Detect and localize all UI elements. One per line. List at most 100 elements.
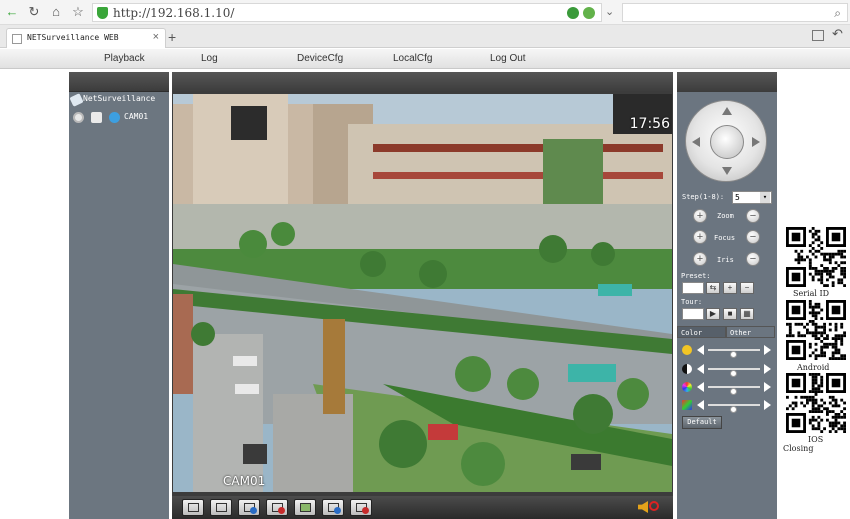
ptz-direction-pad[interactable]	[685, 100, 767, 182]
slider-knob[interactable]	[730, 406, 737, 413]
arrow-down-icon[interactable]	[722, 167, 732, 175]
contrast-slider[interactable]	[708, 368, 760, 377]
close-icon[interactable]: ×	[153, 31, 159, 43]
single-view-button[interactable]	[210, 499, 232, 516]
step-label: Step(1-8):	[682, 193, 725, 201]
decrease-brightness-icon[interactable]	[697, 345, 704, 355]
zoom-in-button[interactable]: +	[693, 209, 707, 223]
star-icon[interactable]: ☆	[70, 4, 86, 20]
tab-other[interactable]: Other	[726, 326, 775, 338]
increase-brightness-icon[interactable]	[764, 345, 771, 355]
video-toolbar	[172, 496, 673, 519]
ptz-center-button[interactable]	[710, 125, 744, 159]
osd-timestamp: 17:56	[629, 116, 670, 132]
focus-out-button[interactable]: −	[746, 230, 760, 244]
tour-grid-button[interactable]: ▦	[740, 308, 754, 320]
android-label: Android	[797, 363, 830, 372]
step-select[interactable]: 5 ▾	[732, 191, 772, 204]
default-button[interactable]: Default	[682, 416, 722, 429]
tour-play-button[interactable]: ▶	[706, 308, 720, 320]
panel-header	[172, 72, 673, 92]
reload-icon[interactable]: ↻	[26, 4, 42, 20]
menu-logout[interactable]: Log Out	[490, 53, 526, 64]
window-icon[interactable]	[812, 30, 824, 41]
preset-input[interactable]	[682, 282, 704, 294]
brightness-slider[interactable]	[708, 349, 760, 358]
focus-in-button[interactable]: +	[693, 230, 707, 244]
record-start-button[interactable]	[322, 499, 344, 516]
live-video-feed[interactable]: 17:56 CAM01	[173, 94, 672, 492]
focus-label: Focus	[714, 234, 736, 242]
camera-label: CAM01	[124, 112, 149, 121]
panel-header	[677, 72, 777, 92]
menu-localcfg[interactable]: LocalCfg	[393, 53, 432, 64]
street-scene-image	[173, 94, 672, 492]
menu-devicecfg[interactable]: DeviceCfg	[297, 53, 343, 64]
close-all-button[interactable]	[266, 499, 288, 516]
closing-label[interactable]: Closing	[783, 444, 813, 453]
contrast-icon	[682, 364, 692, 374]
open-all-button[interactable]	[238, 499, 260, 516]
preset-label: Preset:	[681, 272, 711, 280]
speaker-icon[interactable]	[638, 501, 648, 513]
tab-color[interactable]: Color	[677, 326, 726, 338]
play-icon[interactable]	[91, 112, 102, 123]
extension-icon[interactable]	[567, 7, 579, 19]
record-stop-button[interactable]	[350, 499, 372, 516]
ios-qr-code	[786, 373, 846, 433]
arrow-up-icon[interactable]	[722, 107, 732, 115]
tour-stop-button[interactable]: ■	[723, 308, 737, 320]
preset-remove-button[interactable]: −	[740, 282, 754, 294]
menu-playback[interactable]: Playback	[104, 53, 145, 64]
iris-open-button[interactable]: +	[693, 252, 707, 266]
camera-play-icon[interactable]	[109, 112, 120, 123]
home-icon[interactable]: ⌂	[48, 4, 64, 20]
panel-header	[69, 72, 169, 92]
hue-slider[interactable]	[708, 404, 760, 413]
refresh-extension-icon[interactable]	[583, 7, 595, 19]
shield-icon	[97, 7, 108, 19]
decrease-saturation-icon[interactable]	[697, 382, 704, 392]
zoom-out-button[interactable]: −	[746, 209, 760, 223]
device-tree-panel: NetSurveillance CAM01	[69, 72, 169, 519]
contrast-row	[682, 363, 774, 377]
serial-id-qr-code	[786, 227, 846, 287]
decrease-hue-icon[interactable]	[697, 400, 704, 410]
fullscreen-button[interactable]	[182, 499, 204, 516]
increase-saturation-icon[interactable]	[764, 382, 771, 392]
arrow-left-icon[interactable]	[692, 137, 700, 147]
record-icon[interactable]	[73, 112, 84, 123]
ios-label: IOS	[808, 435, 824, 444]
preset-goto-button[interactable]: ⇆	[706, 282, 720, 294]
page-icon	[12, 34, 22, 44]
new-tab-button[interactable]: +	[168, 29, 176, 45]
tour-input[interactable]	[682, 308, 704, 320]
browser-tab[interactable]: NETSurveillance WEB ×	[6, 28, 166, 48]
chevron-down-icon[interactable]: ⌄	[605, 5, 614, 18]
increase-hue-icon[interactable]	[764, 400, 771, 410]
video-panel: 17:56 CAM01	[172, 72, 673, 519]
back-icon[interactable]: ←	[4, 4, 20, 20]
tab-title: NETSurveillance WEB	[27, 33, 119, 42]
menu-log[interactable]: Log	[201, 53, 218, 64]
increase-contrast-icon[interactable]	[764, 364, 771, 374]
undo-icon[interactable]: ↶	[832, 26, 843, 42]
brightness-icon	[682, 345, 692, 355]
slider-knob[interactable]	[730, 370, 737, 377]
arrow-right-icon[interactable]	[752, 137, 760, 147]
zoom-label: Zoom	[717, 212, 734, 220]
slider-knob[interactable]	[730, 351, 737, 358]
preset-add-button[interactable]: +	[723, 282, 737, 294]
search-box[interactable]: ⌕	[622, 3, 848, 22]
decrease-contrast-icon[interactable]	[697, 364, 704, 374]
url-text: http://192.168.1.10/	[113, 6, 235, 20]
slider-knob[interactable]	[730, 388, 737, 395]
saturation-slider[interactable]	[708, 386, 760, 395]
mute-icon[interactable]	[649, 501, 659, 511]
iris-close-button[interactable]: −	[746, 252, 760, 266]
hue-row	[682, 399, 774, 413]
app-menu-bar: Playback Log DeviceCfg LocalCfg Log Out	[0, 49, 850, 69]
address-bar[interactable]: http://192.168.1.10/	[92, 3, 602, 22]
search-icon[interactable]: ⌕	[834, 6, 841, 21]
snapshot-button[interactable]	[294, 499, 316, 516]
